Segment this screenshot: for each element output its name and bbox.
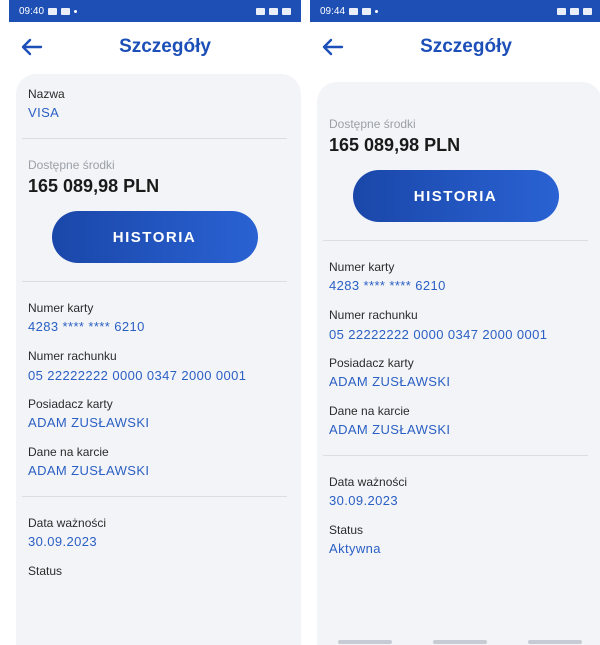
available-label: Dostępne środki (28, 158, 115, 172)
card-number-value: 4283 **** **** 6210 (28, 319, 145, 334)
card-number-value: 4283 **** **** 6210 (329, 278, 446, 293)
account-number-field: Numer rachunku 05 22222222 0000 0347 200… (329, 307, 582, 347)
holder-value: ADAM ZUSŁAWSKI (329, 374, 451, 389)
wifi-icon (269, 7, 278, 15)
status-label: Status (28, 564, 63, 578)
available-funds: Dostępne środki 165 089,98 PLN (329, 116, 582, 158)
phone-screen-right: 09:44 Szczegóły Dostępne środki 165 089,… (310, 0, 600, 645)
card-number-label: Numer karty (329, 260, 395, 274)
status-time: 09:44 (320, 5, 346, 17)
divider (22, 281, 287, 282)
expiry-field: Data ważności 30.09.2023 (28, 515, 281, 553)
expiry-label: Data ważności (28, 516, 107, 530)
expiry-field: Data ważności 30.09.2023 (329, 474, 582, 512)
status-label: Status (329, 523, 364, 537)
battery-icon (282, 7, 291, 15)
divider (323, 455, 588, 456)
history-button[interactable]: HISTORIA (51, 211, 258, 263)
account-number-label: Numer rachunku (28, 349, 117, 363)
holder-field: Posiadacz karty ADAM ZUSŁAWSKI (329, 355, 582, 393)
notification-icon (362, 7, 372, 15)
on-card-label: Dane na karcie (28, 445, 109, 459)
divider (22, 496, 287, 497)
notification-icon (48, 7, 58, 15)
battery-icon (583, 7, 592, 15)
card-number-field: Numer karty 4283 **** **** 6210 (329, 259, 582, 297)
notification-icon (61, 7, 71, 15)
dot-icon (74, 9, 78, 13)
available-funds: Dostępne środki 165 089,98 PLN (28, 157, 281, 199)
holder-field: Posiadacz karty ADAM ZUSŁAWSKI (28, 396, 281, 434)
status-field: Status (28, 563, 281, 579)
account-number-field: Numer rachunku 05 22222222 0000 0347 200… (28, 348, 281, 388)
details-card: Dostępne środki 165 089,98 PLN HISTORIA … (317, 82, 600, 645)
alarm-icon (256, 7, 265, 15)
divider (22, 138, 287, 139)
phone-screen-left: 09:40 Szczegóły Nazwa VISA Dostępne środ… (9, 0, 301, 645)
status-bar: 09:44 (310, 0, 600, 22)
arrow-left-icon (21, 38, 43, 56)
account-number-value: 05 22222222 0000 0347 2000 0001 (28, 368, 247, 383)
status-field: Status Aktywna (329, 522, 582, 560)
on-card-value: ADAM ZUSŁAWSKI (28, 463, 150, 478)
available-value: 165 089,98 PLN (329, 135, 461, 155)
page-title: Szczegóły (119, 36, 211, 57)
on-card-field: Dane na karcie ADAM ZUSŁAWSKI (329, 403, 582, 441)
bottom-tab[interactable] (527, 640, 582, 644)
holder-value: ADAM ZUSŁAWSKI (28, 415, 150, 430)
holder-label: Posiadacz karty (28, 397, 113, 411)
name-field: Nazwa VISA (28, 86, 281, 124)
divider (323, 240, 588, 241)
app-bar: Szczegóły (310, 22, 600, 72)
history-button[interactable]: HISTORIA (352, 170, 559, 222)
arrow-left-icon (322, 38, 344, 56)
page-title: Szczegóły (420, 36, 512, 57)
available-value: 165 089,98 PLN (28, 176, 160, 196)
bottom-tabs (317, 637, 600, 645)
expiry-value: 30.09.2023 (28, 534, 98, 549)
back-button[interactable] (19, 34, 45, 60)
dot-icon (375, 9, 379, 13)
wifi-icon (570, 7, 579, 15)
account-number-value: 05 22222222 0000 0347 2000 0001 (329, 327, 548, 342)
account-number-label: Numer rachunku (329, 308, 418, 322)
on-card-label: Dane na karcie (329, 404, 410, 418)
bottom-tab[interactable] (337, 640, 392, 644)
notification-icon (349, 7, 359, 15)
bottom-tab[interactable] (432, 640, 487, 644)
status-bar: 09:40 (9, 0, 301, 22)
available-label: Dostępne środki (329, 117, 416, 131)
back-button[interactable] (320, 34, 346, 60)
card-number-field: Numer karty 4283 **** **** 6210 (28, 300, 281, 338)
expiry-label: Data ważności (329, 475, 408, 489)
name-label: Nazwa (28, 87, 65, 101)
on-card-field: Dane na karcie ADAM ZUSŁAWSKI (28, 444, 281, 482)
on-card-value: ADAM ZUSŁAWSKI (329, 422, 451, 437)
status-value: Aktywna (329, 541, 381, 556)
app-bar: Szczegóły (9, 22, 301, 72)
expiry-value: 30.09.2023 (329, 493, 399, 508)
card-number-label: Numer karty (28, 301, 94, 315)
details-card: Nazwa VISA Dostępne środki 165 089,98 PL… (16, 74, 301, 645)
name-value: VISA (28, 105, 60, 120)
status-time: 09:40 (19, 5, 45, 17)
alarm-icon (557, 7, 566, 15)
holder-label: Posiadacz karty (329, 356, 414, 370)
